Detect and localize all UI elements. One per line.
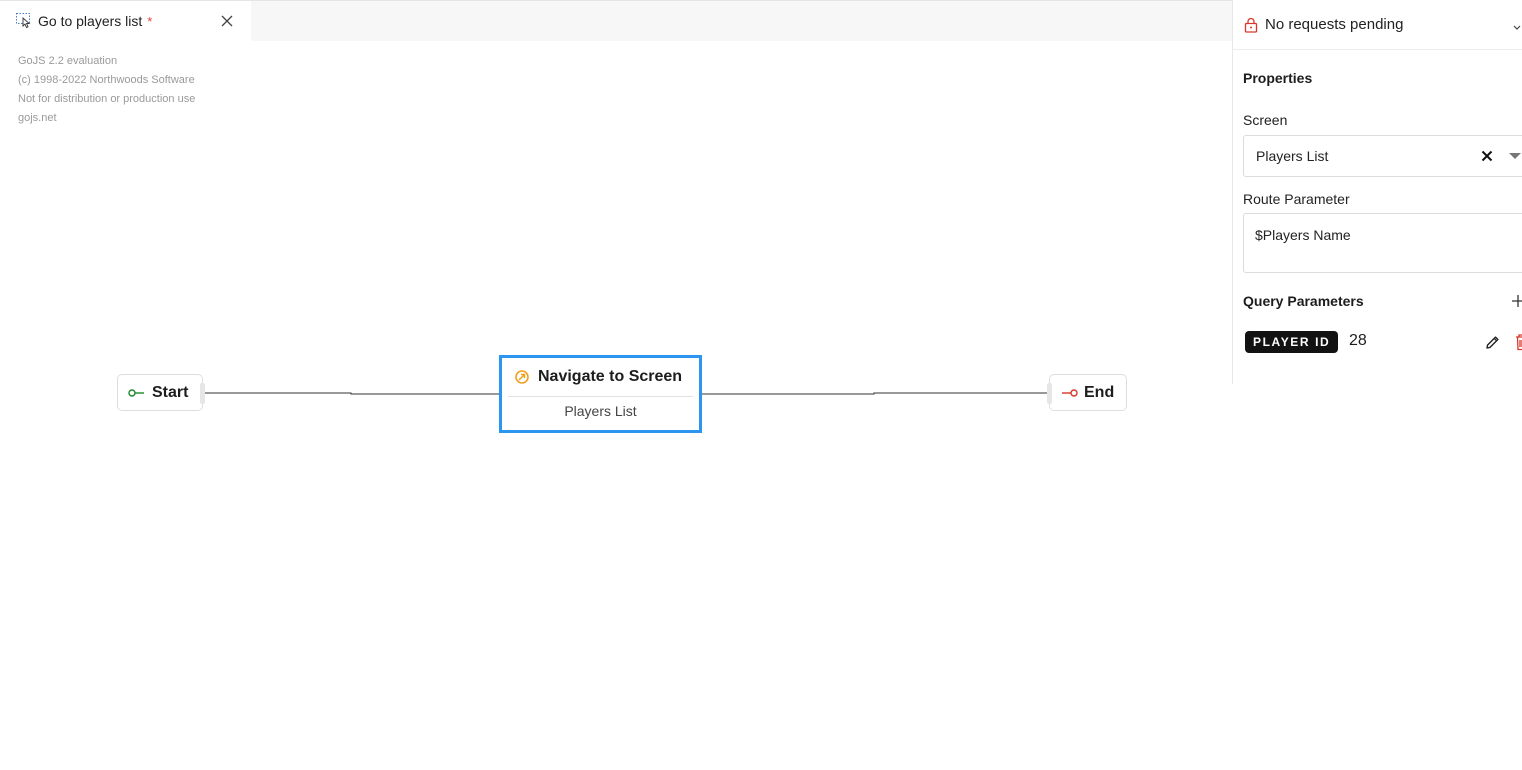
caret-down-icon[interactable]: [1509, 152, 1521, 160]
chevron-down-icon[interactable]: [1512, 24, 1522, 32]
start-node-label: Start: [152, 383, 189, 401]
link-start-to-navigate[interactable]: [205, 392, 499, 395]
navigate-to-screen-node[interactable]: Navigate to Screen Players List: [499, 355, 702, 433]
properties-title: Properties: [1243, 70, 1313, 86]
requests-status-text: No requests pending: [1265, 16, 1404, 33]
divider: [1232, 0, 1233, 384]
navigate-node-header: Navigate to Screen: [502, 358, 699, 396]
screen-select[interactable]: Players List: [1243, 135, 1522, 177]
query-parameters-title: Query Parameters: [1243, 293, 1364, 309]
lock-icon: [1244, 17, 1258, 33]
start-node[interactable]: Start: [117, 374, 205, 411]
add-icon[interactable]: [1512, 295, 1522, 307]
query-parameter-key-badge: PLAYER ID: [1245, 331, 1339, 353]
input-port[interactable]: [1047, 383, 1052, 404]
start-port-icon: [128, 388, 144, 397]
navigate-node-target: Players List: [564, 403, 637, 419]
end-port-icon: [1062, 388, 1078, 397]
trash-icon[interactable]: [1515, 333, 1522, 351]
navigate-icon: [515, 370, 529, 384]
pencil-icon[interactable]: [1484, 334, 1501, 351]
end-node-label: End: [1084, 383, 1115, 401]
screen-label: Screen: [1243, 112, 1288, 128]
app-root: Go to players list * GoJS 2.2 evaluation…: [0, 0, 1522, 770]
query-parameter-row: PLAYER ID 28: [1245, 331, 1522, 353]
route-parameter-label: Route Parameter: [1243, 191, 1350, 207]
route-parameter-input[interactable]: $Players Name: [1243, 213, 1522, 273]
navigate-node-title: Navigate to Screen: [538, 368, 683, 385]
screen-select-value: Players List: [1256, 148, 1329, 164]
query-parameter-value: 28: [1349, 332, 1367, 349]
output-port[interactable]: [200, 383, 205, 404]
end-node[interactable]: End: [1047, 374, 1127, 411]
requests-status-bar[interactable]: No requests pending: [1232, 0, 1522, 50]
clear-icon[interactable]: [1481, 150, 1493, 162]
link-navigate-to-end[interactable]: [702, 392, 1047, 395]
properties-panel: No requests pending Properties Screen Pl…: [1232, 0, 1522, 770]
